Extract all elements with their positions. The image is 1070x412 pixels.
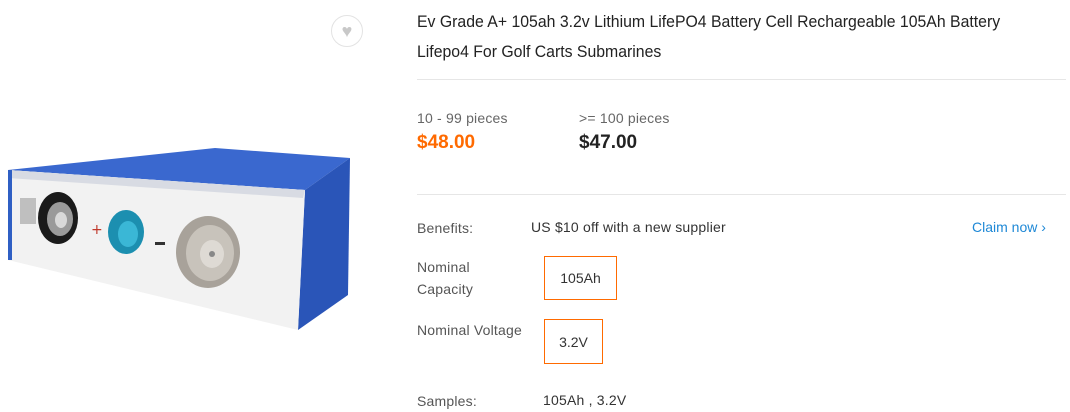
benefits-text: US $10 off with a new supplier (531, 219, 726, 235)
samples-value: 105Ah , 3.2V (543, 392, 627, 408)
benefits-label: Benefits: (417, 220, 474, 236)
price-tier-2: >= 100 pieces $47.00 (579, 110, 670, 154)
battery-cell-image: + (8, 148, 350, 330)
divider (417, 79, 1066, 80)
product-image-area: + ♥ (0, 0, 380, 412)
heart-icon: ♥ (341, 20, 353, 41)
tier-price: $47.00 (579, 132, 638, 153)
tier-price: $48.00 (417, 132, 476, 153)
price-tier-1: 10 - 99 pieces $48.00 (417, 110, 508, 154)
plus-sign-icon: + (91, 222, 103, 238)
capacity-label: Nominal Capacity (417, 259, 474, 297)
minus-sign-icon (155, 242, 165, 245)
product-title: Ev Grade A+ 105ah 3.2v Lithium LifePO4 B… (417, 12, 1001, 61)
tier-quantity: 10 - 99 pieces (417, 110, 508, 126)
samples-label: Samples: (417, 393, 477, 409)
voltage-label: Nominal Voltage (417, 322, 522, 338)
claim-now-link[interactable]: Claim now › (972, 219, 1046, 235)
tier-quantity: >= 100 pieces (579, 110, 670, 126)
favorite-button[interactable]: ♥ (331, 15, 363, 47)
voltage-option-3-2v[interactable]: 3.2V (544, 319, 603, 364)
capacity-option-105ah[interactable]: 105Ah (544, 256, 617, 300)
vent-plate (20, 198, 36, 224)
divider (417, 194, 1066, 195)
